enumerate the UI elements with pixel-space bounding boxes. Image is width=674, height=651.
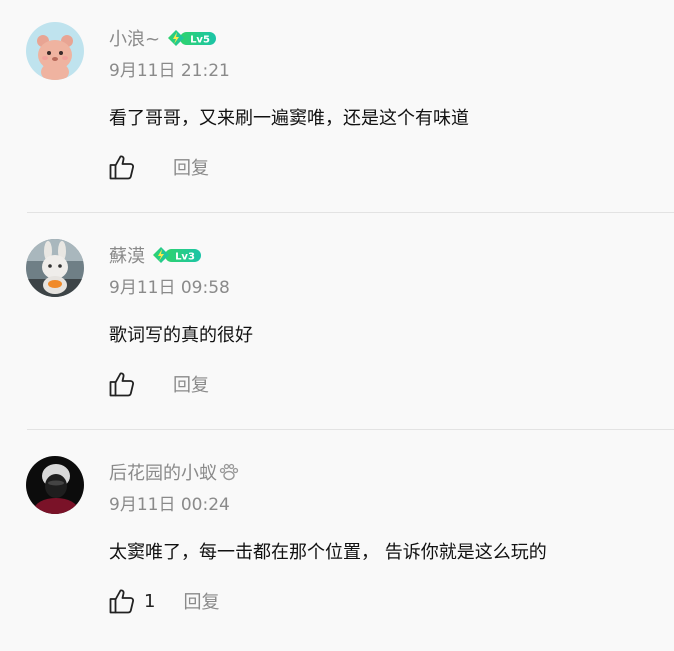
paw-icon [218, 462, 240, 482]
user-avatar[interactable] [26, 456, 84, 514]
comment-content: 太窦唯了，每一击都在那个位置， 告诉你就是这么玩的 [109, 542, 547, 563]
level-badge: Lv5 [166, 28, 218, 48]
plush-bunny-avatar-icon [26, 239, 84, 297]
username[interactable]: 后花园的小蚁 [109, 459, 217, 485]
like-button[interactable]: 1 [108, 587, 155, 615]
comment-actions: 回复 [108, 152, 209, 182]
user-avatar[interactable] [26, 239, 84, 297]
comment-content: 看了哥哥，又来刷一遍窦唯，还是这个有味道 [109, 108, 469, 129]
thumbs-up-icon [109, 589, 135, 614]
comment-timestamp: 9月11日 21:21 [109, 61, 230, 81]
like-count: 1 [144, 590, 156, 612]
comment-item: 后花园的小蚁 9月11日 00:24 太窦唯了，每一击都在那个位置， 告诉你就是… [0, 434, 674, 651]
comment-timestamp: 9月11日 00:24 [109, 495, 230, 515]
cartoon-bear-avatar-icon [26, 22, 84, 80]
username-row: 蘇漠 Lv3 [109, 243, 203, 267]
comment-actions: 回复 [108, 369, 209, 399]
level-badge: Lv3 [151, 245, 203, 265]
level-text: Lv3 [175, 252, 195, 263]
username-row: 后花园的小蚁 [109, 460, 240, 484]
thumbs-up-icon [109, 372, 135, 397]
username[interactable]: 蘇漠 [109, 242, 145, 268]
user-avatar[interactable] [26, 22, 84, 80]
reply-button[interactable]: 回复 [173, 371, 209, 397]
comment-item: 蘇漠 Lv3 9月11日 09:58 歌词写的真的很好 回复 [0, 217, 674, 434]
comment-item: 小浪~ Lv5 9月11日 21:21 看了哥哥，又来刷一遍窦唯，还是这个有味道… [0, 0, 674, 217]
comment-list: 小浪~ Lv5 9月11日 21:21 看了哥哥，又来刷一遍窦唯，还是这个有味道… [0, 0, 674, 635]
like-button[interactable] [108, 370, 136, 398]
reply-button[interactable]: 回复 [183, 588, 219, 614]
divider [27, 212, 674, 213]
comment-actions: 1 回复 [108, 586, 219, 616]
thumbs-up-icon [109, 155, 135, 180]
comment-timestamp: 9月11日 09:58 [109, 278, 230, 298]
lightning-level-icon: Lv5 [168, 30, 217, 46]
username-row: 小浪~ Lv5 [109, 26, 218, 50]
masked-figure-avatar-icon [26, 456, 84, 514]
level-text: Lv5 [190, 35, 210, 46]
like-button[interactable] [108, 153, 136, 181]
username[interactable]: 小浪~ [109, 25, 160, 51]
comment-content: 歌词写的真的很好 [109, 325, 253, 346]
lightning-level-icon: Lv3 [153, 247, 201, 263]
divider [27, 429, 674, 430]
reply-button[interactable]: 回复 [173, 154, 209, 180]
